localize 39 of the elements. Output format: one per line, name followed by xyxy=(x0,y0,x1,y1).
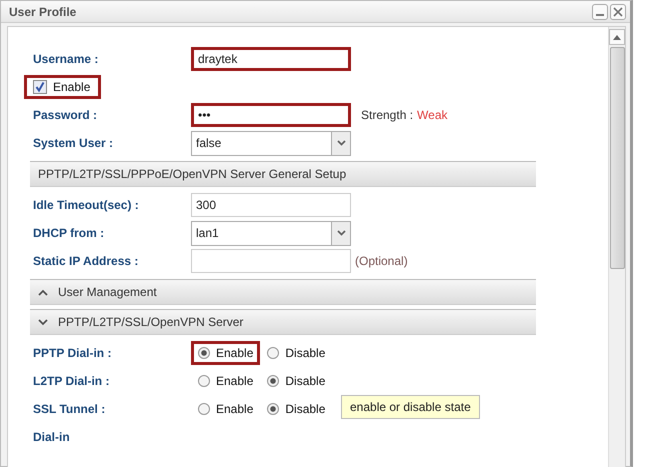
minimize-icon xyxy=(596,14,604,16)
caret-icon xyxy=(336,140,346,146)
field-label: PPTP Dial-in : xyxy=(32,346,112,360)
field-label: DHCP from : xyxy=(32,226,106,240)
close-button[interactable] xyxy=(610,4,626,20)
section-header[interactable]: PPTP/L2TP/SSL/OpenVPN Server xyxy=(30,309,536,335)
input-field[interactable]: ••• xyxy=(191,103,351,127)
optional-note: (Optional) xyxy=(355,254,408,268)
radio-option[interactable]: Enable xyxy=(191,341,260,365)
radio-option[interactable]: Disable xyxy=(260,397,332,421)
tooltip: enable or disable state xyxy=(341,395,480,419)
field-label: Idle Timeout(sec) : xyxy=(32,198,140,212)
field-label: System User : xyxy=(32,136,114,150)
field-label: Dial-in xyxy=(32,430,71,444)
radio-option[interactable]: Enable xyxy=(191,369,260,393)
field-label: Username : xyxy=(32,52,100,66)
field-label: Password : xyxy=(32,108,98,122)
window-title: User Profile xyxy=(9,4,76,18)
minimize-button[interactable] xyxy=(592,4,608,20)
enable-checkbox[interactable]: Enable xyxy=(24,75,102,99)
dropdown-field[interactable]: lan1 xyxy=(191,220,351,246)
strength-label: Strength : xyxy=(361,108,414,122)
field-label: Static IP Address : xyxy=(32,254,140,268)
field-label: L2TP Dial-in : xyxy=(32,374,110,388)
section-header[interactable]: User Management xyxy=(30,279,536,305)
dropdown-field[interactable]: false xyxy=(191,130,351,156)
close-icon xyxy=(613,6,623,16)
input-field[interactable] xyxy=(191,249,351,273)
section-header[interactable]: PPTP/L2TP/SSL/PPPoE/OpenVPN Server General Setup xyxy=(30,161,536,187)
scrollbar[interactable] xyxy=(608,27,625,467)
input-field[interactable]: 300 xyxy=(191,193,351,217)
field-label: SSL Tunnel : xyxy=(32,402,106,416)
caret-icon xyxy=(336,230,346,236)
up-arrow-icon xyxy=(613,34,621,40)
strength-value: Weak xyxy=(417,108,448,122)
radio-option[interactable]: Disable xyxy=(260,341,332,365)
radio-option[interactable]: Disable xyxy=(260,369,332,393)
input-field[interactable]: draytek xyxy=(191,47,351,71)
radio-option[interactable]: Enable xyxy=(191,397,260,421)
